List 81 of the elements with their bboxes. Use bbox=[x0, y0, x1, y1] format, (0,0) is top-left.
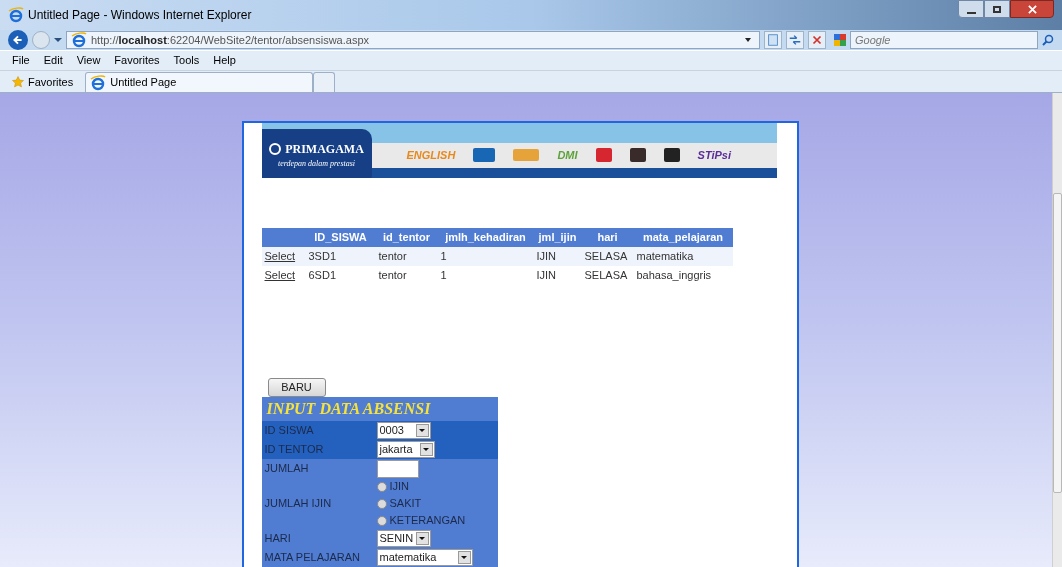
table-cell: 1 bbox=[440, 269, 447, 282]
compat-view-button[interactable] bbox=[764, 31, 782, 49]
select-link[interactable]: Select bbox=[264, 269, 296, 282]
field-label: JUMLAH bbox=[264, 461, 310, 477]
dropdown[interactable]: 0003 bbox=[376, 422, 431, 439]
menu-item[interactable]: Edit bbox=[43, 52, 63, 69]
partner-logo-icon bbox=[629, 148, 646, 163]
scrollbar[interactable] bbox=[1052, 93, 1062, 567]
column-header: ID_SISWA bbox=[313, 230, 368, 246]
menu-item[interactable]: View bbox=[76, 52, 101, 69]
table-cell: 6SD1 bbox=[308, 269, 337, 282]
new-button[interactable]: BARU bbox=[267, 378, 326, 397]
field-label: HARI bbox=[264, 531, 292, 547]
back-button[interactable] bbox=[8, 30, 28, 50]
partner-logo: DMI bbox=[557, 148, 578, 163]
menu-item[interactable]: File bbox=[12, 52, 30, 69]
table-cell: matematika bbox=[636, 250, 694, 263]
partner-logo-icon bbox=[473, 148, 496, 163]
radio-button[interactable] bbox=[376, 515, 387, 526]
table-cell: SELASA bbox=[584, 269, 628, 282]
search-engine-logo-icon bbox=[834, 34, 846, 46]
refresh-icon bbox=[788, 33, 802, 47]
gear-icon bbox=[269, 143, 282, 155]
close-button[interactable] bbox=[1010, 0, 1054, 18]
compat-view-icon bbox=[766, 33, 780, 47]
column-header: mata_pelajaran bbox=[641, 230, 725, 246]
form-title: INPUT DATA ABSENSI bbox=[265, 399, 432, 419]
window-title: Untitled Page - Windows Internet Explorer bbox=[28, 7, 252, 24]
dropdown[interactable]: matematika bbox=[376, 549, 473, 566]
address-field[interactable]: http://localhost:62204/WebSite2/tentor/absensiswa.aspx bbox=[66, 31, 760, 49]
minimize-button[interactable] bbox=[958, 0, 984, 18]
search-icon[interactable] bbox=[1042, 34, 1054, 46]
search-field[interactable]: Google bbox=[850, 31, 1038, 49]
back-arrow-icon bbox=[12, 34, 24, 46]
brand-tagline: terdepan dalam prestasi bbox=[277, 158, 356, 170]
stop-button[interactable] bbox=[808, 31, 826, 49]
favorites-button[interactable]: Favorites bbox=[12, 72, 74, 92]
close-icon bbox=[1027, 4, 1037, 14]
partner-logo-icon bbox=[663, 148, 680, 163]
table-cell: SELASA bbox=[584, 250, 628, 263]
radio-label: SAKIT bbox=[389, 496, 422, 512]
column-header: id_tentor bbox=[381, 230, 432, 246]
dropdown-arrow-icon[interactable] bbox=[54, 38, 62, 42]
radio-button[interactable] bbox=[376, 498, 387, 509]
browser-logo-icon bbox=[8, 7, 24, 23]
field-label: ID SISWA bbox=[264, 423, 315, 439]
browser-tab[interactable]: Untitled Page bbox=[85, 72, 314, 92]
column-header: jmlh_kehadiran bbox=[444, 230, 527, 246]
table-cell: tentor bbox=[378, 250, 407, 263]
table-cell: 3SD1 bbox=[308, 250, 337, 263]
radio-label: KETERANGAN bbox=[389, 513, 466, 529]
radio-label: IJIN bbox=[389, 479, 410, 495]
table-cell: IJIN bbox=[536, 269, 557, 282]
table-cell: bahasa_inggris bbox=[636, 269, 712, 282]
dropdown[interactable]: jakarta bbox=[376, 441, 435, 458]
star-icon bbox=[12, 76, 24, 88]
field-label: ID TENTOR bbox=[264, 442, 325, 458]
select-link[interactable]: Select bbox=[264, 250, 296, 263]
table-cell: IJIN bbox=[536, 250, 557, 263]
restore-button[interactable] bbox=[984, 0, 1010, 18]
refresh-button[interactable] bbox=[786, 31, 804, 49]
menu-item[interactable]: Favorites bbox=[114, 52, 160, 69]
stop-icon bbox=[810, 33, 824, 47]
table-cell: tentor bbox=[378, 269, 407, 282]
column-header: jml_ijin bbox=[537, 230, 578, 246]
radio-button[interactable] bbox=[376, 481, 387, 492]
partner-logo-icon bbox=[595, 148, 612, 163]
dropdown[interactable]: SENIN bbox=[376, 530, 431, 547]
field-label: JUMLAH IJIN bbox=[264, 496, 333, 512]
browser-logo-icon bbox=[90, 74, 107, 91]
partner-logo-icon bbox=[513, 149, 540, 162]
menu-item[interactable]: Help bbox=[213, 52, 236, 69]
partner-logo: ENGLISH bbox=[406, 148, 456, 163]
menu-item[interactable]: Tools bbox=[173, 52, 200, 69]
table-cell: 1 bbox=[440, 250, 447, 263]
brand-name: PRIMAGAMA bbox=[285, 141, 364, 158]
column-header: hari bbox=[596, 230, 619, 246]
input-field[interactable] bbox=[376, 459, 419, 478]
browser-logo-icon bbox=[71, 32, 87, 48]
field-label: MATA PELAJARAN bbox=[264, 550, 362, 566]
partner-logo: STiPsi bbox=[697, 148, 731, 163]
